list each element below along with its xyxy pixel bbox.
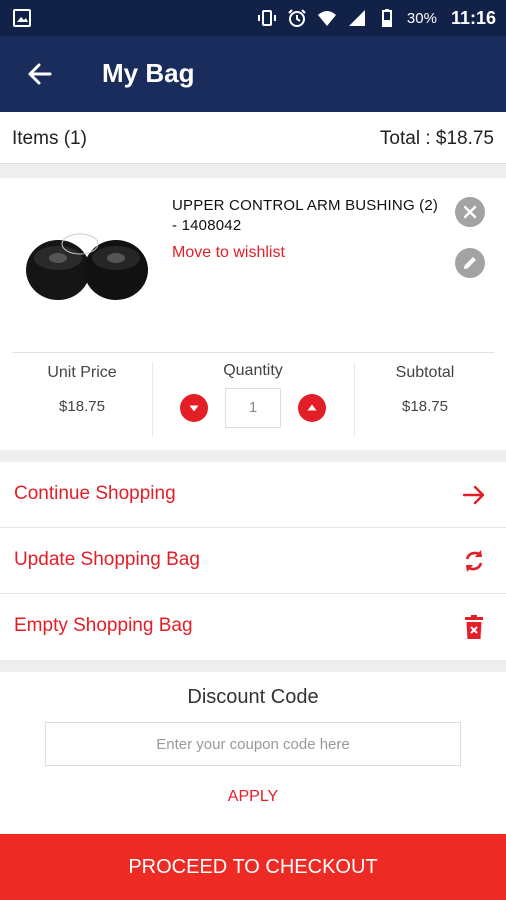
quantity-input[interactable]: 1: [225, 388, 281, 428]
edit-item-button[interactable]: [455, 248, 485, 278]
arrow-right-icon: [460, 481, 488, 509]
pencil-icon: [464, 257, 476, 269]
bag-summary: Items (1) Total : $18.75: [0, 112, 506, 164]
app-bar: My Bag: [0, 36, 506, 112]
quantity-label: Quantity: [223, 362, 283, 379]
alarm-icon: [287, 8, 307, 28]
increase-quantity-button[interactable]: [298, 394, 326, 422]
apply-coupon-button[interactable]: APPLY: [0, 788, 506, 806]
bag-total: Total : $18.75: [379, 128, 494, 149]
subtotal-label: Subtotal: [395, 364, 455, 381]
unit-price-value: $18.75: [59, 398, 105, 415]
signal-icon: [347, 8, 367, 28]
proceed-to-checkout-button[interactable]: PROCEED TO CHECKOUT: [0, 834, 506, 900]
divider: [12, 352, 494, 353]
wifi-icon: [317, 8, 337, 28]
items-count: Items (1): [12, 128, 87, 149]
unit-price-label: Unit Price: [47, 364, 117, 381]
status-bar: 30% 11:16: [0, 0, 506, 36]
action-label: Update Shopping Bag: [14, 549, 200, 570]
product-name[interactable]: UPPER CONTROL ARM BUSHING (2) - 1408042: [172, 196, 442, 236]
quantity-stepper: 1: [176, 388, 332, 428]
action-label: Empty Shopping Bag: [14, 615, 193, 636]
update-shopping-bag-button[interactable]: Update Shopping Bag: [0, 528, 506, 594]
close-icon: [463, 205, 477, 219]
coupon-code-input[interactable]: [45, 722, 461, 766]
refresh-icon: [460, 547, 488, 575]
product-image[interactable]: [18, 218, 158, 308]
subtotal-value: $18.75: [402, 398, 448, 415]
discount-section: Discount Code APPLY: [0, 672, 506, 834]
action-label: Continue Shopping: [14, 483, 176, 504]
vibrate-icon: [257, 8, 277, 28]
back-arrow-icon[interactable]: [24, 58, 56, 90]
remove-item-button[interactable]: [455, 197, 485, 227]
decrease-quantity-button[interactable]: [180, 394, 208, 422]
subtotal-column: Subtotal $18.75: [356, 364, 494, 415]
discount-title: Discount Code: [187, 686, 319, 708]
quantity-column: Quantity: [154, 362, 352, 380]
battery-percent: 30%: [406, 9, 437, 27]
empty-shopping-bag-button[interactable]: Empty Shopping Bag: [0, 594, 506, 660]
continue-shopping-button[interactable]: Continue Shopping: [0, 462, 506, 528]
triangle-down-icon: [189, 405, 199, 412]
page-title: My Bag: [102, 58, 195, 88]
image-icon: [12, 8, 32, 28]
cart-item-card: UPPER CONTROL ARM BUSHING (2) - 1408042 …: [0, 178, 506, 450]
triangle-up-icon: [307, 404, 317, 411]
divider: [354, 362, 355, 436]
divider: [152, 362, 153, 436]
trash-icon: [460, 613, 488, 641]
bag-actions-list: Continue Shopping Update Shopping Bag Em…: [0, 462, 506, 660]
battery-icon: [377, 8, 397, 28]
clock: 11:16: [450, 7, 496, 28]
move-to-wishlist-link[interactable]: Move to wishlist: [172, 244, 285, 262]
unit-price-column: Unit Price $18.75: [12, 364, 152, 415]
